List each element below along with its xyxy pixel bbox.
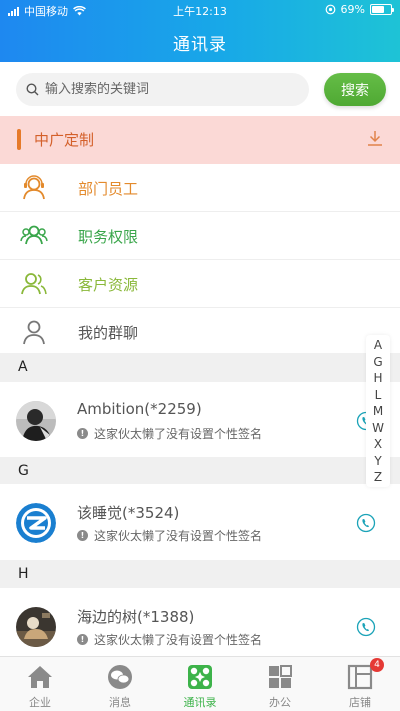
contact-name: 该睡觉(*3524) (77, 504, 180, 522)
tab-bar: 企业 消息 通讯录 办公 4 店铺 (0, 656, 400, 711)
contact-name: Ambition(*2259) (77, 400, 202, 418)
app-header: 中国移动 上午12:13 69% 通讯录 (0, 0, 400, 62)
home-icon (28, 666, 52, 688)
avatar (16, 607, 56, 647)
tab-office[interactable]: 办公 (240, 657, 320, 711)
chat-bubble-icon (108, 665, 132, 689)
search-input[interactable] (45, 82, 285, 97)
tab-label: 店铺 (349, 696, 371, 709)
signature-text: 这家伙太懒了没有设置个性签名 (94, 633, 263, 647)
company-header[interactable]: 中广定制 (0, 116, 400, 164)
notification-badge: 4 (370, 658, 384, 672)
position-permission-icon (20, 225, 48, 245)
battery-percent: 69% (340, 3, 365, 16)
orientation-lock-icon (325, 4, 335, 15)
tab-label: 企业 (29, 696, 51, 709)
search-button[interactable]: 搜索 (324, 73, 386, 106)
section-header-g: G (0, 457, 400, 486)
index-letter-m[interactable]: M (373, 403, 383, 420)
menu-item-label: 我的群聊 (78, 324, 139, 342)
menu-item-position-permission[interactable]: 职务权限 (0, 212, 400, 260)
info-icon: ! (77, 530, 88, 541)
download-icon[interactable] (366, 129, 384, 147)
tab-label: 消息 (109, 696, 131, 709)
page-title: 通讯录 (173, 35, 227, 55)
contact-name: 海边的树(*1388) (77, 608, 195, 626)
index-letter-g[interactable]: G (373, 354, 382, 371)
store-icon (347, 664, 373, 690)
company-name: 中广定制 (34, 131, 95, 149)
phone-icon[interactable] (356, 617, 376, 637)
index-letter-w[interactable]: W (372, 420, 384, 437)
menu-item-department-staff[interactable]: 部门员工 (0, 164, 400, 212)
tab-label: 办公 (269, 696, 291, 709)
section-letter: G (18, 463, 29, 479)
contact-signature: ! 这家伙太懒了没有设置个性签名 (77, 527, 262, 544)
section-letter: A (18, 359, 28, 375)
contact-signature: ! 这家伙太懒了没有设置个性签名 (77, 631, 262, 648)
department-staff-icon (23, 175, 45, 200)
menu-item-customer-resource[interactable]: 客户资源 (0, 260, 400, 308)
info-icon: ! (77, 428, 88, 439)
index-letter-a[interactable]: A (374, 337, 382, 354)
contact-row[interactable]: Ambition(*2259) ! 这家伙太懒了没有设置个性签名 (0, 382, 400, 460)
menu-item-group-chat[interactable]: 我的群聊 (0, 308, 400, 356)
office-grid-icon (269, 665, 292, 688)
contact-signature: ! 这家伙太懒了没有设置个性签名 (77, 425, 262, 442)
section-header-h: H (0, 560, 400, 589)
tab-enterprise[interactable]: 企业 (0, 657, 80, 711)
contacts-icon (188, 665, 212, 689)
search-bar: 搜索 (0, 62, 400, 116)
alphabet-index[interactable]: A G H L M W X Y Z (366, 335, 390, 487)
battery-icon (370, 4, 394, 15)
customer-resource-icon (21, 273, 47, 295)
group-chat-icon (23, 320, 45, 345)
index-letter-z[interactable]: Z (374, 469, 382, 486)
tab-contacts[interactable]: 通讯录 (160, 657, 240, 711)
avatar (16, 503, 56, 543)
section-header-a: A (0, 353, 400, 382)
section-letter: H (18, 566, 29, 582)
menu-item-label: 客户资源 (78, 276, 139, 294)
tab-label: 通讯录 (183, 696, 217, 709)
index-letter-h[interactable]: H (373, 370, 382, 387)
signature-text: 这家伙太懒了没有设置个性签名 (94, 529, 263, 543)
menu-item-label: 职务权限 (78, 228, 139, 246)
menu-item-label: 部门员工 (78, 180, 139, 198)
signature-text: 这家伙太懒了没有设置个性签名 (94, 427, 263, 441)
contact-row[interactable]: 该睡觉(*3524) ! 这家伙太懒了没有设置个性签名 (0, 484, 400, 562)
index-letter-y[interactable]: Y (374, 453, 381, 470)
avatar (16, 401, 56, 441)
search-box[interactable] (16, 73, 309, 106)
search-icon (26, 83, 39, 96)
index-letter-l[interactable]: L (375, 387, 382, 404)
contact-row[interactable]: 海边的树(*1388) ! 这家伙太懒了没有设置个性签名 (0, 588, 400, 666)
company-accent-bar (17, 129, 21, 150)
tab-messages[interactable]: 消息 (80, 657, 160, 711)
info-icon: ! (77, 634, 88, 645)
status-bar: 中国移动 上午12:13 69% (0, 0, 400, 20)
tab-store[interactable]: 4 店铺 (320, 657, 400, 711)
phone-icon[interactable] (356, 513, 376, 533)
index-letter-x[interactable]: X (374, 436, 382, 453)
